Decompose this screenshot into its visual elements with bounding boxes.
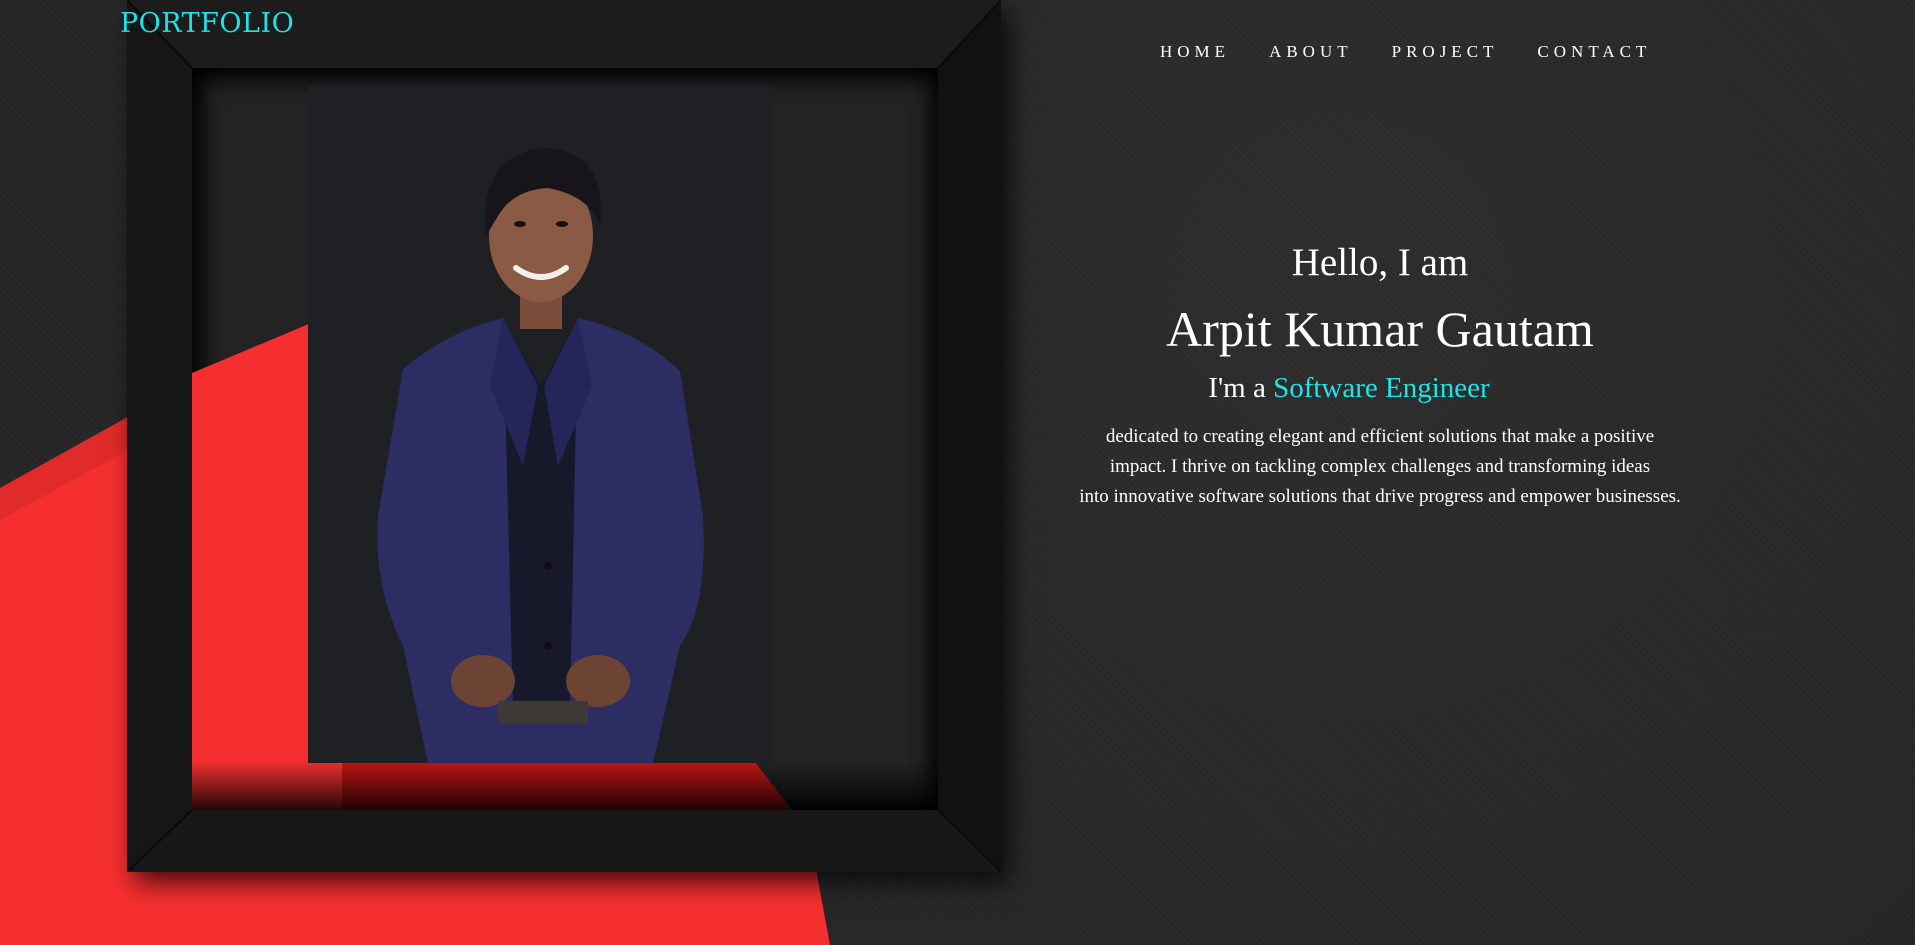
role-prefix: I'm a (1208, 372, 1266, 404)
description-line-2: impact. I thrive on tackling complex cha… (1109, 456, 1651, 477)
frame-inner-panel (192, 68, 938, 810)
role-line: I'm a Software Engineer (1000, 370, 1760, 406)
description-line-1: dedicated to creating elegant and effici… (1105, 426, 1655, 447)
nav-contact[interactable]: CONTACT (1537, 42, 1651, 62)
main-nav: HOME ABOUT PROJECT CONTACT (1160, 42, 1651, 62)
role-highlight: Software Engineer (1273, 372, 1490, 404)
hero-section: Hello, I am Arpit Kumar Gautam I'm a Sof… (1000, 238, 1760, 512)
greeting-text: Hello, I am (1291, 241, 1469, 284)
profile-photo (308, 86, 774, 763)
nav-project[interactable]: PROJECT (1392, 42, 1499, 62)
nav-home[interactable]: HOME (1160, 42, 1230, 62)
portfolio-page: PORTFOLIO HOME ABOUT PROJECT CONTACT Hel… (0, 0, 1915, 945)
hero-description: dedicated to creating elegant and effici… (1000, 422, 1760, 512)
frame-inner-shadow (192, 760, 938, 810)
description-line-3: into innovative software solutions that … (1079, 486, 1681, 507)
profile-photo-illustration (308, 86, 774, 763)
nav-about[interactable]: ABOUT (1269, 42, 1353, 62)
person-name: Arpit Kumar Gautam (1166, 301, 1594, 357)
logo[interactable]: PORTFOLIO (120, 8, 294, 39)
